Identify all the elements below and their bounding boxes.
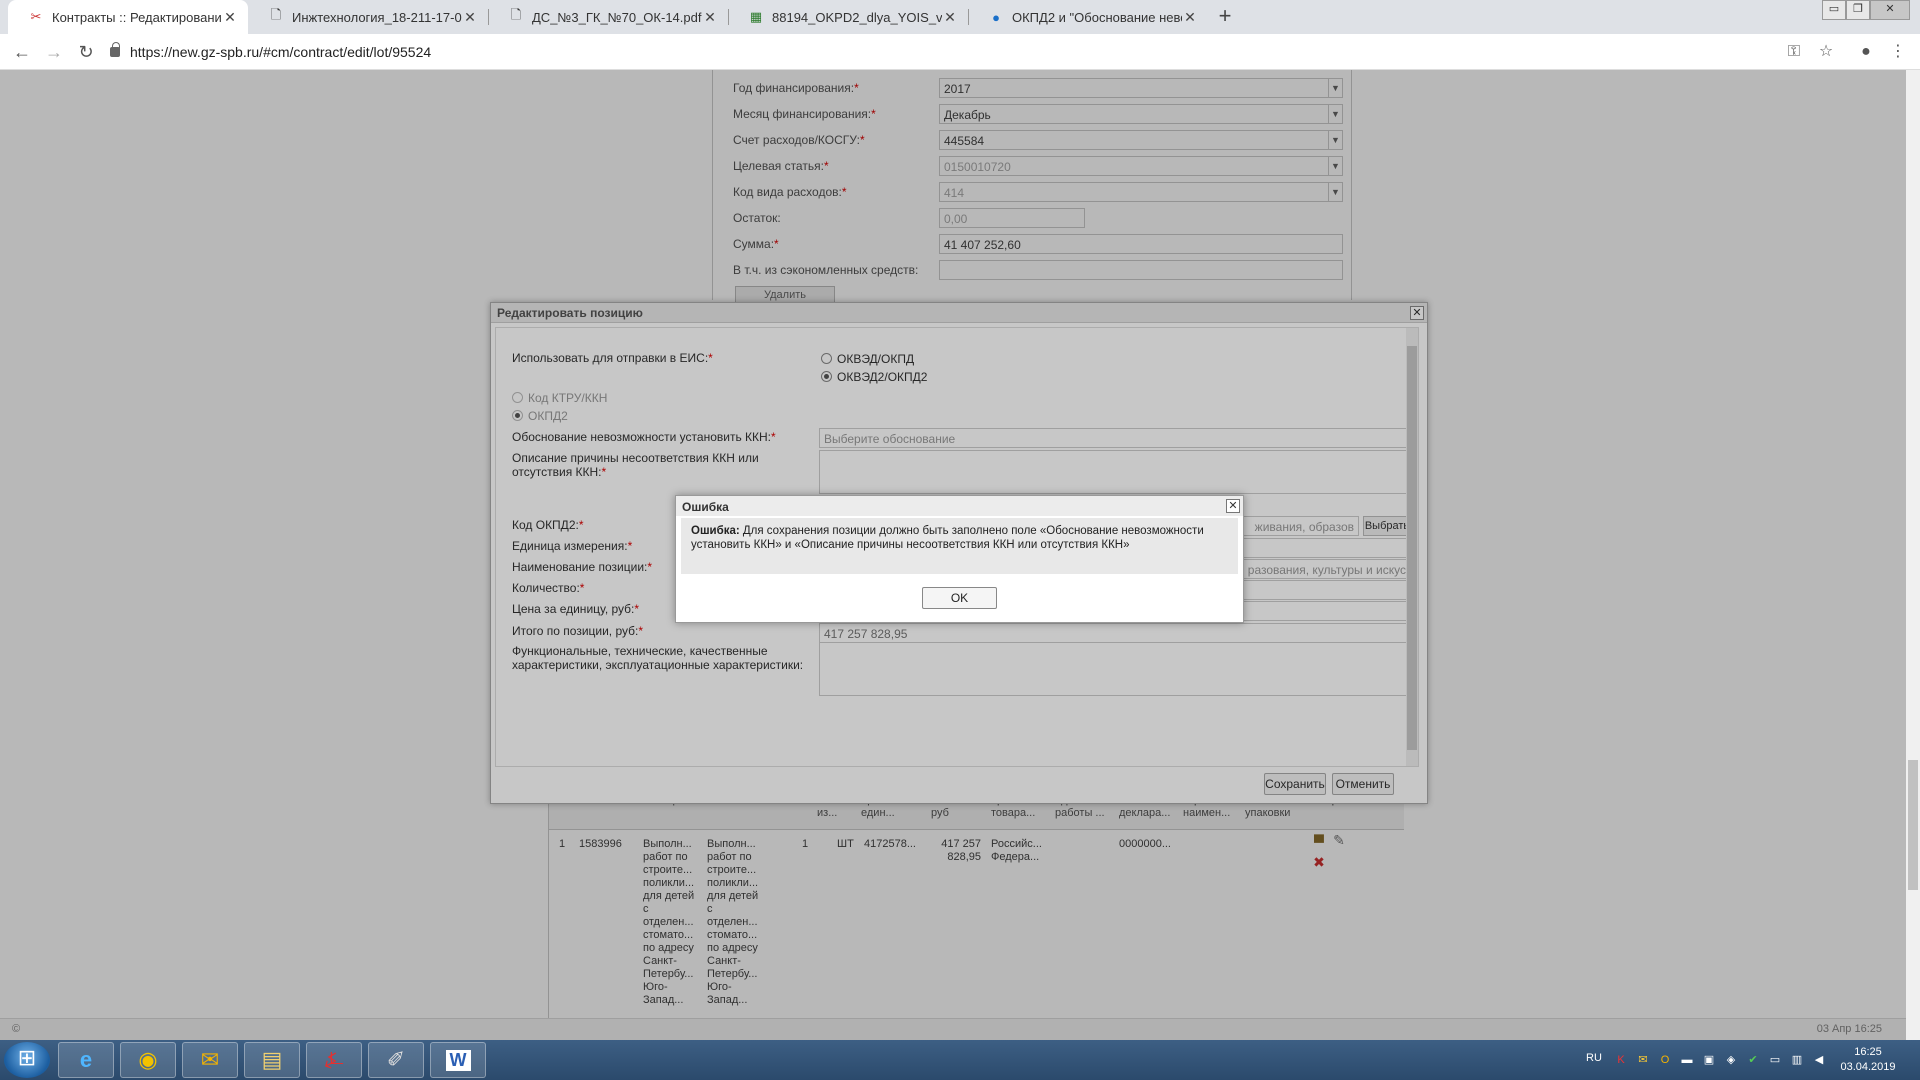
start-icon[interactable] bbox=[4, 1042, 50, 1078]
tab-title: ДС_№3_ГК_№70_ОК-14.pdf bbox=[532, 9, 702, 25]
minimize-icon[interactable]: ▭ bbox=[1822, 0, 1846, 20]
update-icon[interactable]: ✔ bbox=[1746, 1053, 1760, 1067]
error-dialog: Ошибка ✕ Ошибка: Для сохранения позиции … bbox=[675, 495, 1244, 623]
address-bar[interactable]: https://new.gz-spb.ru/#cm/contract/edit/… bbox=[110, 38, 1790, 66]
volume-icon[interactable]: ◀ bbox=[1812, 1053, 1826, 1067]
new-tab-button[interactable]: + bbox=[1212, 4, 1238, 30]
internet-explorer-icon[interactable]: e bbox=[58, 1042, 114, 1078]
star-icon[interactable]: ☆ bbox=[1816, 42, 1836, 62]
browser-tab-bar: ✂ Контракты :: Редактирование ко ✕ 🗋 Инж… bbox=[0, 0, 1920, 34]
browser-toolbar: ← → ↻ https://new.gz-spb.ru/#cm/contract… bbox=[0, 34, 1920, 70]
ok-button[interactable]: OK bbox=[922, 587, 997, 609]
taskbar: e ◉ ✉ ▤ ⍼ ✐ W RU K ✉ O ▬ ▣ ◈ ✔ ▭ ▥ ◀ 16:… bbox=[0, 1040, 1920, 1080]
page-content: Год финансирования:* 2017 ▼ Месяц финанси… bbox=[0, 70, 1920, 1040]
error-message: Ошибка: Для сохранения позиции должно бы… bbox=[681, 518, 1238, 574]
clock[interactable]: 16:25 03.04.2019 bbox=[1833, 1045, 1903, 1075]
tab-title: Инжтехнология_18-211-17-0-0 bbox=[292, 9, 462, 25]
outlook-icon[interactable]: ✉ bbox=[182, 1042, 238, 1078]
close-icon[interactable]: ✕ bbox=[942, 9, 958, 26]
printer-icon[interactable]: ▣ bbox=[1702, 1053, 1716, 1067]
outlook-tray-icon[interactable]: O bbox=[1658, 1053, 1672, 1067]
tab-okpd2-justification[interactable]: ● ОКПД2 и "Обоснование невозм ✕ bbox=[968, 0, 1208, 34]
shield-icon[interactable]: ◈ bbox=[1724, 1053, 1738, 1067]
url-text: https://new.gz-spb.ru/#cm/contract/edit/… bbox=[130, 44, 432, 60]
forward-icon[interactable]: → bbox=[42, 40, 66, 64]
tab-contracts[interactable]: ✂ Контракты :: Редактирование ко ✕ bbox=[8, 0, 248, 34]
clock-date: 03.04.2019 bbox=[1840, 1061, 1896, 1073]
close-icon[interactable]: ✕ bbox=[702, 9, 718, 26]
tab-ds-pdf[interactable]: 🗋 ДС_№3_ГК_№70_ОК-14.pdf ✕ bbox=[488, 0, 728, 34]
paint-icon[interactable]: ✐ bbox=[368, 1042, 424, 1078]
reload-icon[interactable]: ↻ bbox=[74, 40, 98, 64]
close-window-icon[interactable]: ✕ bbox=[1870, 0, 1910, 20]
tab-okpd2-spec[interactable]: ▦ 88194_OKPD2_dlya_YOIS_v_Spec ✕ bbox=[728, 0, 968, 34]
back-icon[interactable]: ← bbox=[10, 40, 34, 64]
lock-icon bbox=[110, 42, 120, 57]
chrome-icon[interactable]: ◉ bbox=[120, 1042, 176, 1078]
close-icon[interactable]: ✕ bbox=[462, 9, 478, 26]
tab-title: 88194_OKPD2_dlya_YOIS_v_Spec bbox=[772, 9, 942, 25]
word-icon[interactable]: W bbox=[430, 1042, 486, 1078]
antivirus-icon[interactable]: K bbox=[1614, 1053, 1628, 1067]
globe-icon: ● bbox=[992, 9, 1000, 25]
acrobat-icon[interactable]: ⍼ bbox=[306, 1042, 362, 1078]
file-explorer-icon[interactable]: ▤ bbox=[244, 1042, 300, 1078]
profile-icon[interactable]: ● bbox=[1856, 42, 1876, 62]
clock-time: 16:25 bbox=[1854, 1046, 1882, 1058]
tab-title: Контракты :: Редактирование ко bbox=[52, 9, 222, 25]
restore-icon[interactable]: ❐ bbox=[1846, 0, 1870, 20]
sheet-icon: ▦ bbox=[749, 9, 763, 24]
display-icon[interactable]: ▭ bbox=[1768, 1053, 1782, 1067]
close-icon[interactable]: ✕ bbox=[1226, 499, 1240, 513]
tab-injtech[interactable]: 🗋 Инжтехнология_18-211-17-0-0 ✕ bbox=[248, 0, 488, 34]
close-icon[interactable]: ✕ bbox=[222, 9, 238, 26]
system-tray: RU K ✉ O ▬ ▣ ◈ ✔ ▭ ▥ ◀ 16:25 03.04.2019 bbox=[1578, 1040, 1920, 1080]
page-scrollbar[interactable] bbox=[1906, 70, 1920, 1040]
error-text: Для сохранения позиции должно быть запол… bbox=[691, 525, 1204, 551]
error-dialog-title: Ошибка bbox=[676, 496, 1243, 516]
scrollbar-thumb[interactable] bbox=[1908, 760, 1918, 890]
menu-icon[interactable]: ⋮ bbox=[1888, 42, 1908, 62]
mail-icon[interactable]: ✉ bbox=[1636, 1053, 1650, 1067]
tab-title: ОКПД2 и "Обоснование невозм bbox=[1012, 9, 1182, 25]
error-prefix: Ошибка: bbox=[691, 525, 740, 537]
key-icon[interactable]: ⚿ bbox=[1784, 42, 1804, 62]
document-icon: 🗋 bbox=[510, 7, 522, 22]
tray-app-icon[interactable]: ▬ bbox=[1680, 1053, 1694, 1067]
language-indicator[interactable]: RU bbox=[1586, 1052, 1602, 1064]
site-icon: ✂ bbox=[30, 9, 42, 24]
network-icon[interactable]: ▥ bbox=[1790, 1053, 1804, 1067]
document-icon: 🗋 bbox=[270, 7, 282, 22]
close-icon[interactable]: ✕ bbox=[1182, 9, 1198, 26]
